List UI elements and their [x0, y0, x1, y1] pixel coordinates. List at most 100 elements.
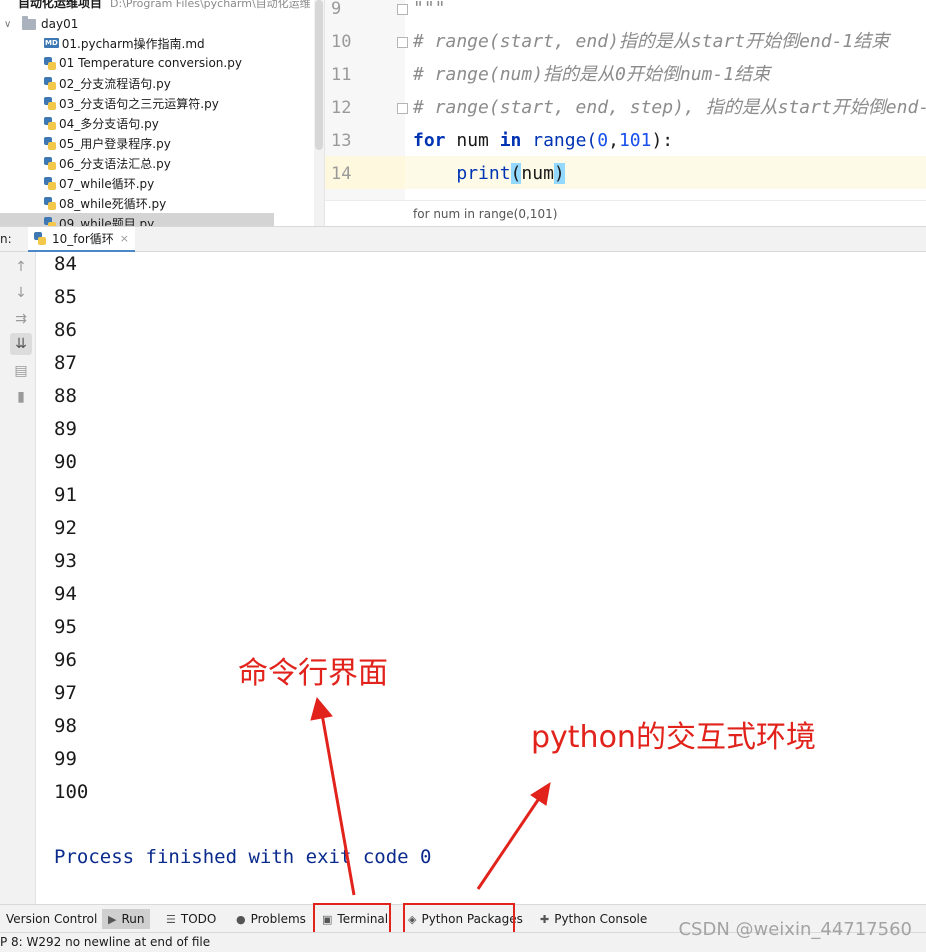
line-number: 11: [331, 65, 352, 85]
tree-file-label: 06_分支语法汇总.py: [59, 156, 171, 171]
code-line-13: for num in range(0,101):: [413, 124, 673, 157]
console-output-line: 93: [54, 550, 77, 572]
status-message: P 8: W292 no newline at end of file: [0, 935, 211, 949]
python-file-icon: [44, 136, 56, 150]
tree-file-label: 07_while循环.py: [59, 176, 155, 191]
tree-file-label: 03_分支语句之三元运算符.py: [59, 96, 219, 111]
tree-file-item[interactable]: 06_分支语法汇总.py: [44, 153, 171, 173]
python-file-icon: [44, 196, 56, 210]
project-root[interactable]: 自动化运维项目 D:\Program Files\pycharm\自动化运维: [18, 0, 311, 11]
tree-scrollbar[interactable]: [314, 0, 324, 226]
run-tool-tab[interactable]: ▶ Run: [102, 909, 151, 929]
tree-file-item[interactable]: 01 Temperature conversion.py: [44, 53, 242, 73]
tree-file-label: 04_多分支语句.py: [59, 116, 159, 131]
line-number: 14: [331, 164, 352, 184]
arrow-down-icon[interactable]: ↓: [10, 282, 32, 304]
project-root-path: D:\Program Files\pycharm\自动化运维: [110, 0, 311, 10]
problems-tab[interactable]: ● Problems: [236, 909, 306, 929]
console-output-line: 98: [54, 715, 77, 737]
folder-icon: [22, 15, 36, 30]
code-print-call: print: [456, 163, 511, 184]
tree-scrollbar-thumb[interactable]: [315, 0, 323, 150]
code-comma: ,: [608, 130, 619, 151]
tree-file-item[interactable]: 07_while循环.py: [44, 173, 154, 193]
soft-wrap-icon[interactable]: ⇉: [10, 308, 32, 330]
fold-marker-icon[interactable]: [397, 103, 408, 114]
code-close: ):: [651, 130, 674, 151]
todo-list-icon: ☰: [166, 912, 176, 926]
console-output-line: 87: [54, 352, 77, 374]
console-output-line: 85: [54, 286, 77, 308]
python-file-icon: [44, 176, 56, 190]
breadcrumb[interactable]: for num in range(0,101): [325, 200, 926, 226]
tree-file-label: 01 Temperature conversion.py: [59, 56, 242, 70]
console-output-line: 90: [54, 451, 77, 473]
console-output-line: 91: [54, 484, 77, 506]
python-file-icon: [44, 116, 56, 130]
version-control-label: Version Control: [6, 912, 98, 926]
print-icon[interactable]: ▤: [10, 360, 32, 382]
tree-file-item[interactable]: 09_while题目.py: [0, 213, 274, 226]
run-icon: ▶: [108, 912, 117, 926]
tree-file-item[interactable]: MD 01.pycharm操作指南.md: [44, 33, 205, 53]
line-number: 12: [331, 98, 352, 118]
python-file-icon: [44, 96, 56, 110]
run-tab-label: 10_for循环: [52, 232, 114, 246]
console-output-line: 99: [54, 748, 77, 770]
tree-file-item[interactable]: 08_while死循环.py: [44, 193, 166, 213]
chevron-down-icon[interactable]: ∨: [4, 19, 18, 30]
code-var: num: [445, 130, 500, 151]
line-number: 13: [331, 131, 352, 151]
run-console-output[interactable]: 84 85 86 87 88 89 90 91 92 93 94 95 96 97 98 99 100 Proc…: [37, 252, 926, 904]
console-output-line: 92: [54, 517, 77, 539]
console-output-line: 86: [54, 319, 77, 341]
tree-file-item[interactable]: 04_多分支语句.py: [44, 113, 159, 133]
arrow-up-icon[interactable]: ↑: [10, 256, 32, 278]
problems-label: Problems: [250, 912, 306, 926]
version-control-tab[interactable]: Version Control: [6, 909, 97, 929]
folder-label: day01: [41, 17, 79, 31]
bracket-highlight: (: [510, 163, 522, 184]
console-output-line: 100: [54, 781, 89, 803]
console-output-line: 97: [54, 682, 77, 704]
close-icon[interactable]: ×: [120, 232, 129, 245]
tree-file-item[interactable]: 05_用户登录程序.py: [44, 133, 171, 153]
code-line-12: # range(start, end, step), 指的是从start开始倒e…: [413, 97, 926, 118]
code-number: 0: [597, 130, 609, 151]
python-file-icon: [44, 216, 56, 226]
markdown-file-icon: MD: [44, 38, 59, 48]
tree-file-label: 01.pycharm操作指南.md: [61, 36, 205, 51]
scroll-to-end-icon[interactable]: ⇊: [10, 333, 32, 355]
code-line-11: # range(num)指的是从0开始倒num-1结束: [413, 64, 771, 85]
tree-folder-day01[interactable]: ∨ day01: [4, 15, 78, 33]
tree-file-item[interactable]: 02_分支流程语句.py: [44, 73, 171, 93]
run-config-tab[interactable]: 10_for循环 ×: [28, 227, 135, 252]
trash-icon[interactable]: ▮: [10, 386, 32, 408]
bracket-highlight: ): [553, 163, 565, 184]
line-number: 9: [331, 0, 342, 19]
fold-marker-icon[interactable]: [397, 4, 408, 15]
tree-file-item[interactable]: 03_分支语句之三元运算符.py: [44, 93, 219, 113]
python-file-icon: [44, 156, 56, 170]
python-file-icon: [34, 232, 46, 245]
tree-file-label: 09_while题目.py: [59, 216, 155, 227]
console-output-line: 84: [54, 253, 77, 275]
python-packages-highlight-box: [403, 903, 515, 935]
console-output-line: 89: [54, 418, 77, 440]
project-tree-panel: 自动化运维项目 D:\Program Files\pycharm\自动化运维 ∨ …: [0, 0, 324, 226]
run-tab-bar: n: 10_for循环 ×: [0, 226, 926, 252]
console-output-line: 88: [54, 385, 77, 407]
fold-marker-icon[interactable]: [397, 37, 408, 48]
project-root-name: 自动化运维项目: [18, 0, 103, 10]
tree-file-label: 08_while死循环.py: [59, 196, 167, 211]
todo-label: TODO: [180, 912, 217, 926]
python-console-icon: ✚: [540, 912, 550, 926]
python-file-icon: [44, 76, 56, 90]
python-console-tab[interactable]: ✚ Python Console: [540, 909, 647, 929]
python-console-label: Python Console: [554, 912, 648, 926]
tree-file-label: 02_分支流程语句.py: [59, 76, 171, 91]
code-line-14: print(num): [413, 157, 565, 190]
code-editor[interactable]: 9 10 11 12 13 14 """ # range(start, end)…: [324, 0, 926, 226]
todo-tab[interactable]: ☰ TODO: [166, 909, 216, 929]
